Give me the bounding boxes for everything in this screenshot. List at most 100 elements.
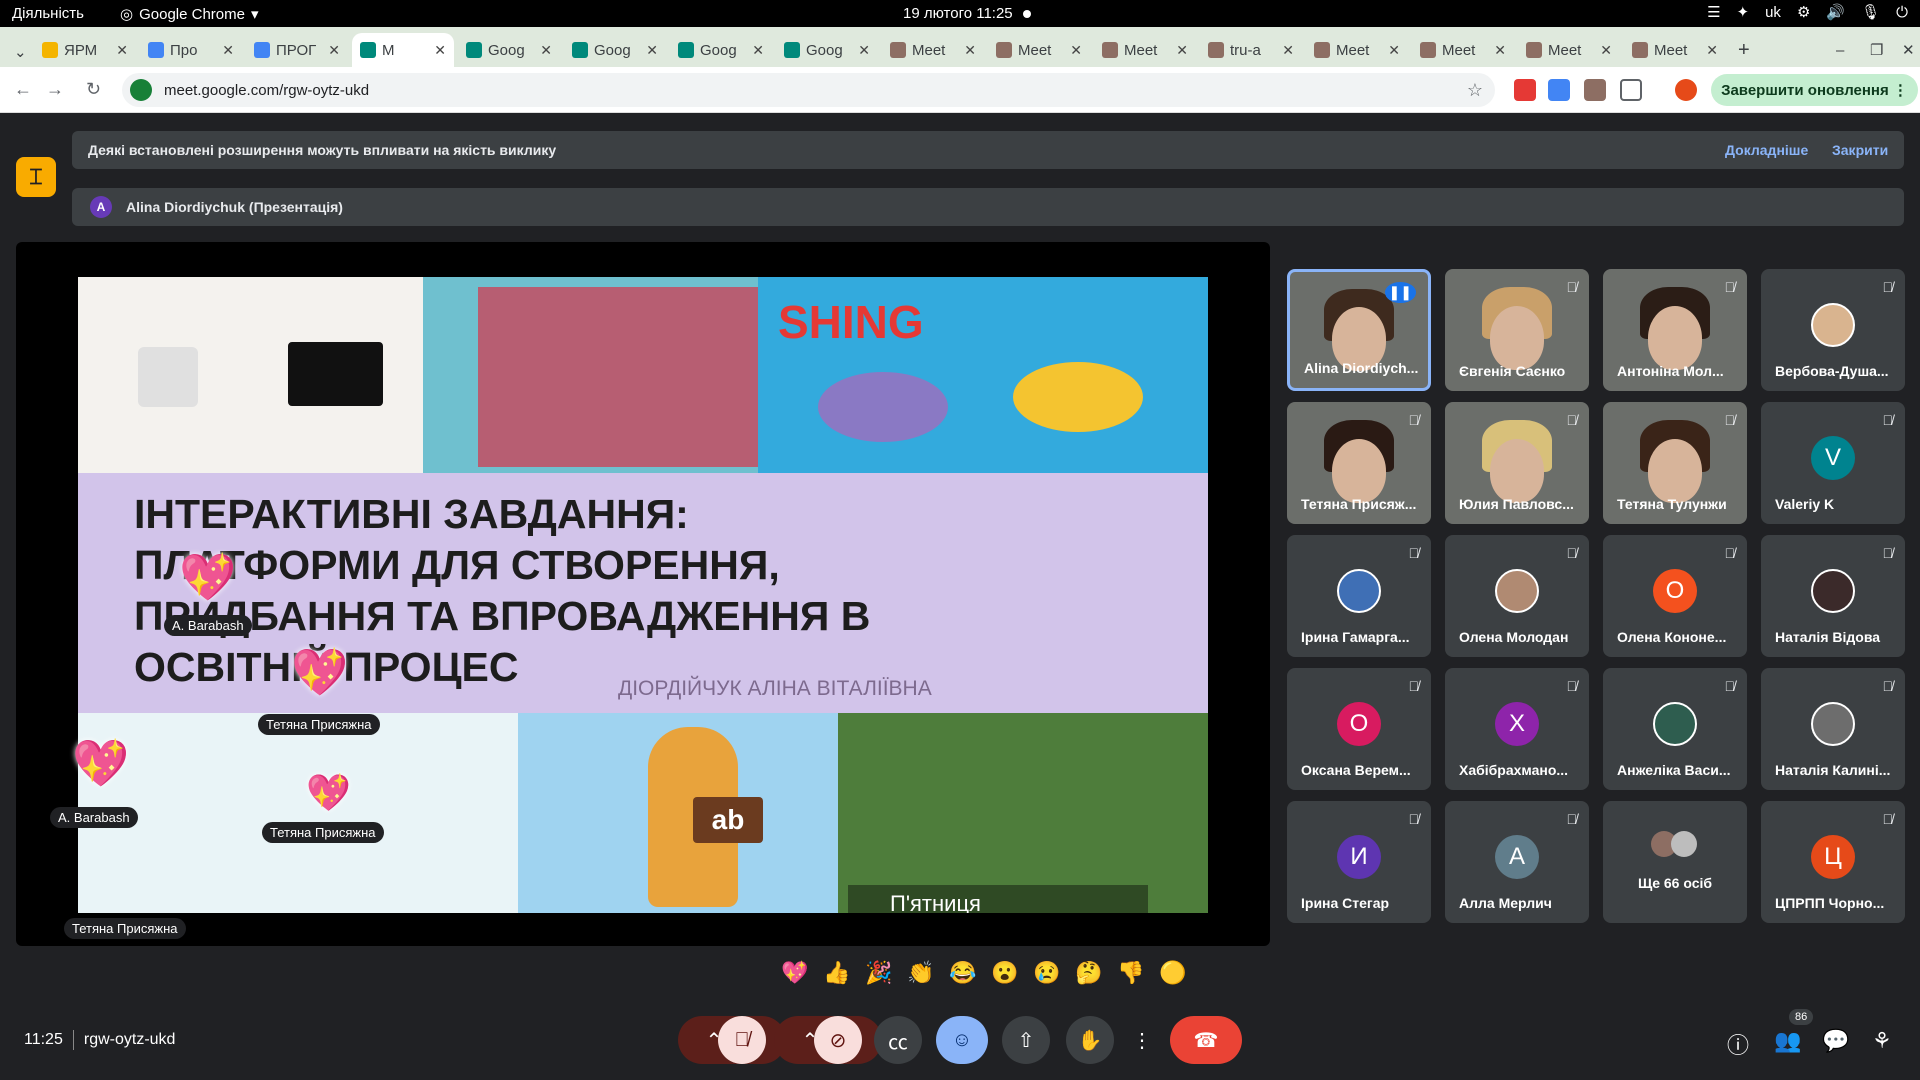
participant-tile[interactable]: А Алла Мерлич 🎙̸: [1445, 801, 1589, 923]
tab-close-icon[interactable]: ✕: [1070, 42, 1082, 59]
browser-tab[interactable]: Meet ✕: [1094, 33, 1196, 67]
browser-tab[interactable]: Goog ✕: [776, 33, 878, 67]
participant-tile[interactable]: Alina Diordiych... ❚❚: [1287, 269, 1431, 391]
activities-icon[interactable]: ⚘: [1872, 1028, 1892, 1054]
participant-tile[interactable]: Х Хабібрахмано... 🎙̸: [1445, 668, 1589, 790]
browser-tab[interactable]: Meet ✕: [1518, 33, 1620, 67]
tab-close-icon[interactable]: ✕: [328, 42, 340, 59]
browser-tab[interactable]: Meet ✕: [1624, 33, 1726, 67]
sad-reaction-icon[interactable]: 😢: [1030, 960, 1064, 986]
surprised-reaction-icon[interactable]: 😮: [988, 960, 1022, 986]
minimize-icon[interactable]: –: [1828, 33, 1844, 67]
clap-reaction-icon[interactable]: 👏: [904, 960, 938, 986]
bookmark-star-icon[interactable]: ☆: [1467, 80, 1483, 101]
participant-tile[interactable]: Юлия Павловс... 🎙̸: [1445, 402, 1589, 524]
clock[interactable]: 19 лютого 11:25: [903, 5, 1031, 22]
mic-off-button[interactable]: 🎙̸: [718, 1016, 766, 1064]
party-reaction-icon[interactable]: 🎉: [862, 960, 896, 986]
extension-owl-icon[interactable]: [1584, 79, 1606, 101]
leave-call-button[interactable]: ☎: [1170, 1016, 1242, 1064]
tab-close-icon[interactable]: ✕: [752, 42, 764, 59]
heart-reaction-icon[interactable]: 💖: [778, 960, 812, 986]
tab-close-icon[interactable]: ✕: [1388, 42, 1400, 59]
browser-tab[interactable]: Meet ✕: [1412, 33, 1514, 67]
tab-close-icon[interactable]: ✕: [858, 42, 870, 59]
browser-tab[interactable]: ЯРМ ✕: [34, 33, 136, 67]
extensions-puzzle-icon[interactable]: [1620, 79, 1642, 101]
participant-tile[interactable]: Тетяна Тулунжи 🎙̸: [1603, 402, 1747, 524]
participant-tile[interactable]: Антоніна Мол... 🎙̸: [1603, 269, 1747, 391]
browser-tab[interactable]: ПРОГ ✕: [246, 33, 348, 67]
tab-close-icon[interactable]: ✕: [434, 42, 446, 59]
tab-close-icon[interactable]: ✕: [646, 42, 658, 59]
close-notice-link[interactable]: Закрити: [1832, 142, 1888, 158]
side-panel-icon[interactable]: ⌶: [16, 157, 56, 197]
tab-close-icon[interactable]: ✕: [1600, 42, 1612, 59]
participant-tile[interactable]: Тетяна Присяж... 🎙̸: [1287, 402, 1431, 524]
participant-tile[interactable]: О Олена Кононе... 🎙̸: [1603, 535, 1747, 657]
maximize-icon[interactable]: ❐: [1862, 33, 1883, 67]
browser-tab[interactable]: Meet ✕: [882, 33, 984, 67]
tab-close-icon[interactable]: ✕: [540, 42, 552, 59]
menu-icon[interactable]: ☰: [1707, 3, 1720, 21]
update-button[interactable]: Завершити оновлення ⋮: [1711, 74, 1918, 106]
captions-button[interactable]: ㏄: [874, 1016, 922, 1064]
present-button[interactable]: ⇧: [1002, 1016, 1050, 1064]
camera-off-button[interactable]: ⊘: [814, 1016, 862, 1064]
learn-more-link[interactable]: Докладніше: [1725, 142, 1808, 158]
participant-tile[interactable]: Наталія Відова 🎙̸: [1761, 535, 1905, 657]
activities-button[interactable]: Діяльність: [12, 5, 84, 22]
participant-tile[interactable]: О Оксана Верем... 🎙̸: [1287, 668, 1431, 790]
more-options-button[interactable]: ⋮: [1124, 1016, 1160, 1064]
people-icon[interactable]: 👥: [1774, 1028, 1801, 1054]
forward-icon[interactable]: →: [46, 79, 64, 100]
mic-icon[interactable]: 🎙: [1861, 3, 1880, 21]
participant-tile[interactable]: Євгенія Саєнко 🎙̸: [1445, 269, 1589, 391]
thumbs-down-reaction-icon[interactable]: 👎: [1114, 960, 1148, 986]
browser-tab[interactable]: Meet ✕: [988, 33, 1090, 67]
participant-tile[interactable]: Ц ЦПРПП Чорно... 🎙̸: [1761, 801, 1905, 923]
browser-tab[interactable]: Goog ✕: [670, 33, 772, 67]
laugh-reaction-icon[interactable]: 😂: [946, 960, 980, 986]
tab-search-button[interactable]: ⌄: [6, 35, 27, 69]
tab-close-icon[interactable]: ✕: [1282, 42, 1294, 59]
app-menu[interactable]: ◎ Google Chrome ▾: [120, 5, 259, 24]
lang-indicator[interactable]: uk: [1765, 4, 1781, 21]
omnibox[interactable]: meet.google.com/rgw-oytz-ukd ☆: [122, 73, 1495, 107]
window-close-icon[interactable]: ✕: [1894, 33, 1915, 67]
tab-close-icon[interactable]: ✕: [1706, 42, 1718, 59]
browser-tab[interactable]: Про ✕: [140, 33, 242, 67]
network-icon[interactable]: ⚙: [1797, 3, 1810, 21]
reactions-button[interactable]: ☺: [936, 1016, 988, 1064]
power-icon[interactable]: ⏻: [1896, 4, 1908, 21]
translate-icon[interactable]: [1548, 79, 1570, 101]
tab-close-icon[interactable]: ✕: [1494, 42, 1506, 59]
profile-avatar[interactable]: [1675, 79, 1697, 101]
participant-tile[interactable]: Анжеліка Васи... 🎙̸: [1603, 668, 1747, 790]
participant-tile[interactable]: Ірина Гамарга... 🎙̸: [1287, 535, 1431, 657]
browser-tab[interactable]: Goog ✕: [564, 33, 666, 67]
tab-close-icon[interactable]: ✕: [964, 42, 976, 59]
raise-hand-button[interactable]: ✋: [1066, 1016, 1114, 1064]
browser-tab[interactable]: Meet ✕: [1306, 33, 1408, 67]
tab-close-icon[interactable]: ✕: [1176, 42, 1188, 59]
participant-tile[interactable]: Наталія Калині... 🎙̸: [1761, 668, 1905, 790]
new-tab-icon[interactable]: +: [1730, 33, 1750, 67]
adblock-icon[interactable]: [1514, 79, 1536, 101]
thumbs-up-reaction-icon[interactable]: 👍: [820, 960, 854, 986]
participant-tile[interactable]: Олена Молодан 🎙̸: [1445, 535, 1589, 657]
browser-tab[interactable]: Goog ✕: [458, 33, 560, 67]
participant-tile[interactable]: Вербова-Душа... 🎙̸: [1761, 269, 1905, 391]
participant-tile[interactable]: Ще 66 осіб: [1603, 801, 1747, 923]
browser-tab[interactable]: М ✕: [352, 33, 454, 67]
site-info-icon[interactable]: [130, 79, 152, 101]
tab-close-icon[interactable]: ✕: [116, 42, 128, 59]
tab-close-icon[interactable]: ✕: [222, 42, 234, 59]
reload-icon[interactable]: ↻: [86, 79, 101, 100]
back-icon[interactable]: ←: [14, 79, 32, 100]
chat-icon[interactable]: 💬: [1822, 1028, 1849, 1054]
thinking-reaction-icon[interactable]: 🤔: [1072, 960, 1106, 986]
more-reactions-reaction-icon[interactable]: 🟡: [1156, 960, 1190, 986]
browser-tab[interactable]: tru-a ✕: [1200, 33, 1302, 67]
info-icon[interactable]: ⓘ: [1727, 1028, 1749, 1060]
